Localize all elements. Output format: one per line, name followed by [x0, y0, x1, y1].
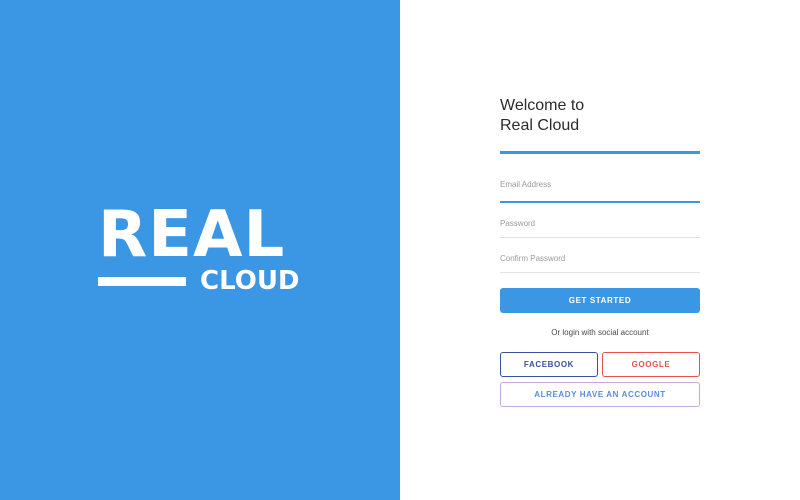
already-have-account-button[interactable]: ALREADY HAVE AN ACCOUNT — [500, 382, 700, 407]
logo-underline — [98, 277, 186, 286]
logo-sub-text: CLOUD — [200, 266, 300, 296]
password-field[interactable] — [500, 219, 700, 228]
brand-panel: REAL CLOUD — [0, 0, 400, 500]
logo-main-text: REAL — [98, 198, 286, 272]
google-button[interactable]: GOOGLE — [602, 352, 700, 377]
real-cloud-logo: REAL CLOUD — [98, 198, 300, 295]
signup-form: Welcome to Real Cloud GET STARTED Or log… — [500, 96, 700, 407]
confirm-password-field[interactable] — [500, 254, 700, 263]
social-login-note: Or login with social account — [551, 328, 649, 337]
heading-accent-bar — [500, 151, 700, 154]
social-buttons: FACEBOOK GOOGLE — [500, 352, 700, 377]
email-field[interactable] — [500, 180, 700, 189]
welcome-heading: Welcome to Real Cloud — [500, 96, 700, 136]
welcome-line-2: Real Cloud — [500, 117, 580, 134]
password-field-wrapper — [500, 203, 700, 238]
input-fields — [500, 174, 700, 273]
facebook-button[interactable]: FACEBOOK — [500, 352, 598, 377]
signup-panel: Welcome to Real Cloud GET STARTED Or log… — [400, 0, 800, 500]
email-field-wrapper — [500, 174, 700, 203]
welcome-line-1: Welcome to — [500, 97, 585, 114]
get-started-button[interactable]: GET STARTED — [500, 288, 700, 313]
confirm-password-field-wrapper — [500, 238, 700, 273]
